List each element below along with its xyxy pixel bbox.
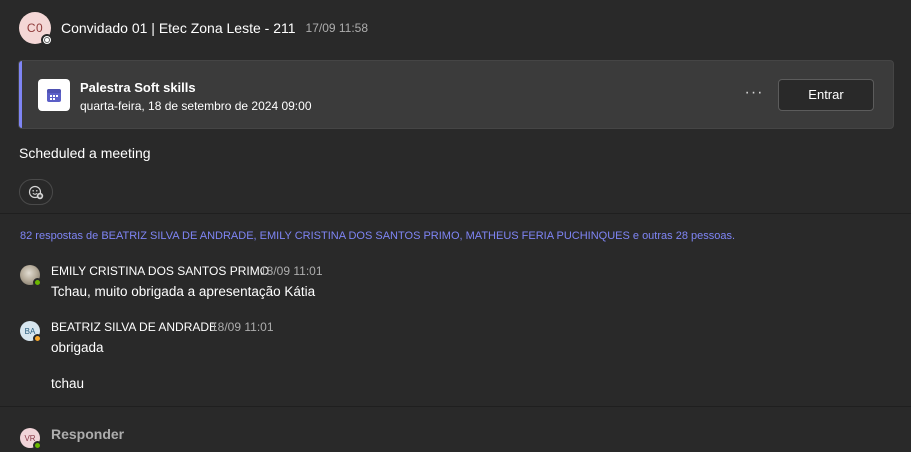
add-reaction-button[interactable] bbox=[19, 179, 53, 205]
add-reaction-icon bbox=[28, 185, 44, 200]
post-author[interactable]: Convidado 01 | Etec Zona Leste - 211 bbox=[61, 20, 296, 36]
calendar-icon bbox=[38, 79, 70, 111]
join-button[interactable]: Entrar bbox=[778, 79, 874, 111]
channel-post: C0 Convidado 01 | Etec Zona Leste - 211 … bbox=[0, 0, 911, 213]
more-options-button[interactable]: ··· bbox=[742, 84, 766, 106]
reply-timestamp: 18/09 11:01 bbox=[211, 320, 274, 334]
post-message: Scheduled a meeting bbox=[19, 145, 151, 161]
status-available-icon bbox=[33, 441, 42, 450]
replies-section: 82 respostas de BEATRIZ SILVA DE ANDRADE… bbox=[0, 214, 911, 406]
meeting-title[interactable]: Palestra Soft skills bbox=[80, 80, 196, 95]
status-available-icon bbox=[33, 278, 42, 287]
card-accent-bar bbox=[19, 61, 22, 128]
avatar: VR bbox=[20, 428, 42, 450]
reply-input[interactable]: Responder bbox=[51, 426, 124, 442]
reply-message: obrigada bbox=[51, 340, 104, 355]
avatar[interactable]: BA bbox=[20, 321, 42, 343]
reply-message: Tchau, muito obrigada a apresentação Kát… bbox=[51, 284, 316, 299]
post-header: C0 Convidado 01 | Etec Zona Leste - 211 … bbox=[19, 12, 369, 46]
avatar[interactable] bbox=[20, 265, 42, 287]
meeting-datetime: quarta-feira, 18 de setembro de 2024 09:… bbox=[80, 99, 312, 113]
reply-author[interactable]: BEATRIZ SILVA DE ANDRADE bbox=[51, 320, 217, 334]
avatar[interactable]: C0 bbox=[19, 12, 53, 46]
status-offline-icon bbox=[41, 34, 53, 46]
replies-summary-link[interactable]: 82 respostas de BEATRIZ SILVA DE ANDRADE… bbox=[20, 230, 735, 242]
reply-message: tchau bbox=[51, 376, 85, 391]
avatar-initials: C0 bbox=[26, 21, 44, 35]
reply-author[interactable]: EMILY CRISTINA DOS SANTOS PRIMO bbox=[51, 264, 269, 278]
reply-timestamp: 18/09 11:01 bbox=[260, 264, 323, 278]
status-away-icon bbox=[33, 334, 42, 343]
reply-bar[interactable]: VR Responder bbox=[0, 407, 911, 452]
meeting-card[interactable]: Palestra Soft skills quarta-feira, 18 de… bbox=[18, 60, 894, 129]
post-timestamp: 17/09 11:58 bbox=[305, 21, 369, 35]
